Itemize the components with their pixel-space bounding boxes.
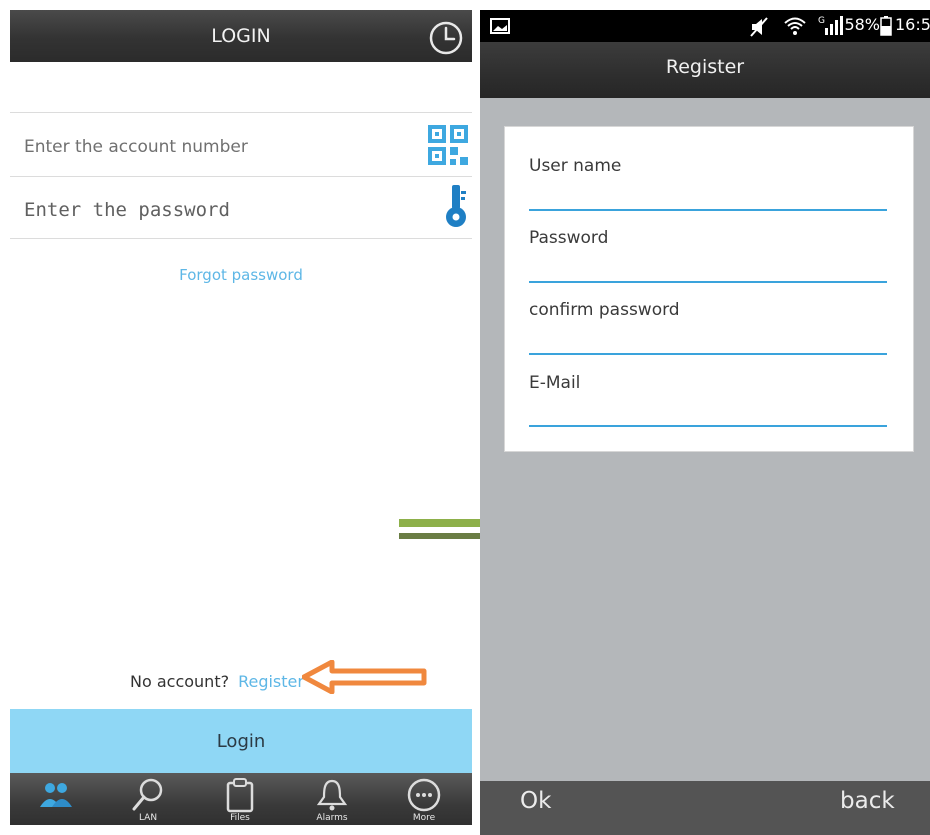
nav-label: Files xyxy=(230,813,250,823)
register-link[interactable]: Register xyxy=(238,672,304,691)
nav-label: More xyxy=(412,813,436,823)
search-icon xyxy=(132,778,163,811)
nav-item-alarms[interactable]: Alarms xyxy=(286,773,378,825)
register-screen: G 58% 16:51 Register User name Password … xyxy=(480,10,930,835)
battery-icon xyxy=(880,16,892,36)
mute-icon xyxy=(750,17,768,37)
orange-arrow-icon xyxy=(302,660,427,694)
divider xyxy=(10,238,472,239)
status-time: 16:51 xyxy=(895,15,930,34)
users-icon xyxy=(40,783,72,807)
more-icon xyxy=(407,778,441,812)
clipboard-icon xyxy=(226,778,254,813)
nav-label: LAN xyxy=(138,813,158,823)
username-input[interactable] xyxy=(529,183,887,211)
register-password-input[interactable] xyxy=(529,255,887,283)
register-form: User name Password confirm password E-Ma… xyxy=(504,126,914,452)
back-button[interactable]: back xyxy=(840,788,895,814)
login-button[interactable]: Login xyxy=(10,709,472,773)
bell-icon xyxy=(316,779,348,811)
bottom-nav: LAN Files Alarms More xyxy=(10,773,472,825)
nav-label: Alarms xyxy=(316,813,348,823)
login-title: LOGIN xyxy=(211,25,271,47)
ok-button[interactable]: Ok xyxy=(520,788,551,814)
nav-item-files[interactable]: Files xyxy=(194,773,286,825)
register-prompt: No account? Register xyxy=(130,672,304,696)
divider xyxy=(10,112,472,113)
confirm-password-input[interactable] xyxy=(529,327,887,355)
key-icon[interactable] xyxy=(446,183,468,229)
password-label: Password xyxy=(529,228,609,248)
nav-item-lan[interactable]: LAN xyxy=(102,773,194,825)
history-clock-icon[interactable] xyxy=(428,20,464,56)
email-input[interactable] xyxy=(529,399,887,427)
gallery-icon xyxy=(490,18,510,34)
register-title: Register xyxy=(665,56,745,78)
no-account-text: No account? xyxy=(130,672,230,691)
password-input[interactable] xyxy=(22,191,416,229)
email-label: E-Mail xyxy=(529,373,581,393)
confirm-password-label: confirm password xyxy=(529,300,680,320)
nav-item-users[interactable] xyxy=(10,773,102,825)
wifi-icon xyxy=(784,17,806,35)
battery-level: 58% xyxy=(844,15,880,34)
forgot-password-link[interactable]: Forgot password xyxy=(10,266,472,284)
account-number-input[interactable] xyxy=(22,128,416,166)
qr-code-icon[interactable] xyxy=(426,123,470,167)
divider xyxy=(10,176,472,177)
login-screen: LOGIN Forgot password No account? Registe… xyxy=(10,10,472,825)
network-type: G xyxy=(818,16,825,26)
nav-item-more[interactable]: More xyxy=(378,773,470,825)
username-label: User name xyxy=(529,156,622,176)
